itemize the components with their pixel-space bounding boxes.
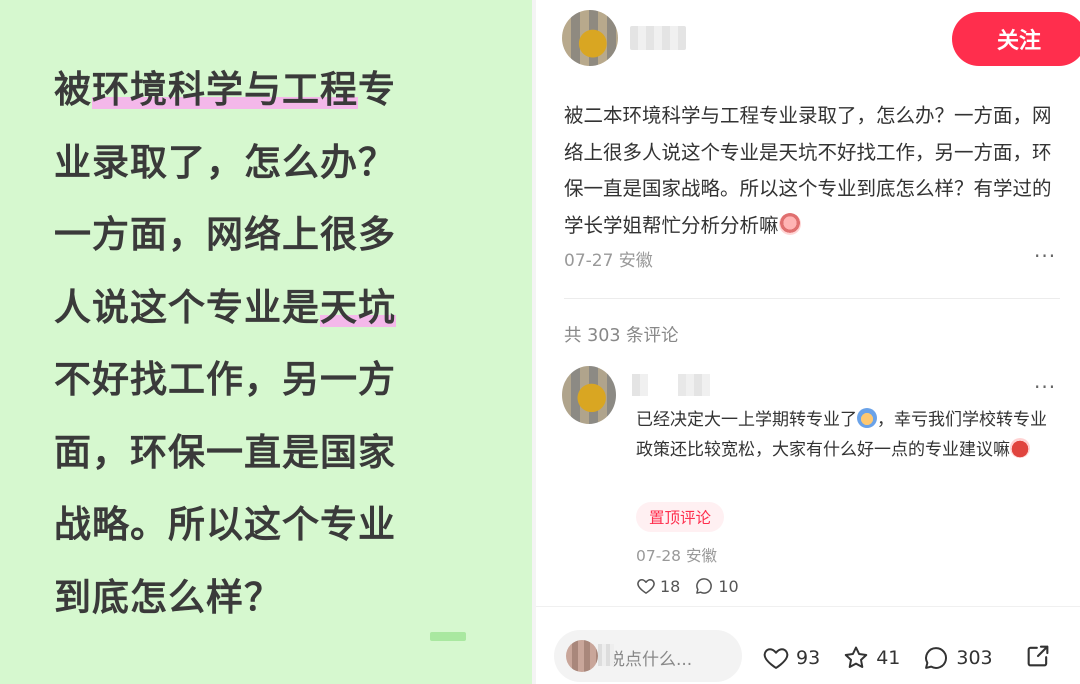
emoji-icon [857,408,877,428]
image-text-line: 人说这个专业是天坑 [54,272,454,345]
image-text-segment: 面，环保一直是国家 [54,430,396,474]
comment-input-placeholder: 说点什么... [608,650,693,670]
highlighted-text: 环境科学与工程 [92,68,358,111]
comment-text: 已经决定大一上学期转专业了 ，幸亏我们学校转专业政策还比较宽松，大家有什么好一点的… [636,406,1056,465]
post-image-text: 被环境科学与工程专 业录取了，怎么办？ 一方面，网络上很多 人说这个专业是天坑 不好找工… [54,54,454,634]
image-text-line: 不好找工作，另一方 [54,344,454,417]
post-more-icon[interactable]: ··· [1034,244,1056,268]
comment-text-part: 已经决定大一上学期转专业了 [636,410,857,430]
chat-bubble-icon [696,578,713,594]
comment-like-count: 18 [660,576,681,596]
chat-bubble-icon [925,647,948,669]
comment-count: 共 303 条评论 [564,326,679,346]
image-text-segment: 战略。所以这个专业 [54,503,396,546]
pinned-comment-badge: 置顶评论 [636,502,724,532]
blur-overlay [598,644,614,666]
user-avatar [566,640,598,672]
author-name-blurred[interactable] [630,26,686,50]
heart-icon [763,648,789,669]
share-button[interactable] [1024,642,1052,674]
image-text-line: 业录取了，怎么办？ [54,127,454,200]
commenter-name-blurred[interactable] [632,374,726,396]
commenter-avatar[interactable] [562,366,616,424]
image-text-line: 到底怎么样？ [54,562,454,635]
comment-reply-count: 10 [718,576,739,596]
comment-total-count: 303 [956,647,993,669]
author-avatar[interactable] [562,10,618,66]
image-text-line: 战略。所以这个专业 [54,489,454,562]
image-text-line: 面，环保一直是国家 [54,417,454,490]
comment-like-button[interactable]: 18 [636,576,680,596]
like-button[interactable]: 93 [762,644,820,672]
collect-count: 41 [876,647,901,669]
divider [564,298,1060,299]
collect-button[interactable]: 41 [842,644,900,672]
image-text-line: 被环境科学与工程专 [54,54,454,127]
author-row: 关注 [562,10,1080,70]
post-body: 被二本环境科学与工程专业录取了，怎么办？一方面，网络上很多人说这个专业是天坑不好… [564,98,1060,244]
heart-icon [637,579,655,594]
post-image[interactable]: 被环境科学与工程专 业录取了，怎么办？ 一方面，网络上很多 人说这个专业是天坑 不好找工… [0,0,532,684]
post-detail-panel: 关注 被二本环境科学与工程专业录取了，怎么办？一方面，网络上很多人说这个专业是天… [536,0,1080,684]
post-date-location: 07-27 安徽 [564,251,653,271]
bottom-actions: 93 41 303 [762,640,1015,676]
post-body-text: 被二本环境科学与工程专业录取了，怎么办？一方面，网络上很多人说这个专业是天坑不好… [564,104,1052,237]
image-text-segment: 到底怎么样？ [54,575,282,619]
image-page-indicator [430,632,466,641]
image-text-segment: 被 [54,68,92,111]
highlighted-text: 天坑 [320,285,396,329]
image-text-segment: 人说这个专业是 [54,285,320,329]
share-icon [1027,645,1049,667]
comment-reply-button[interactable]: 10 [694,576,739,596]
emoji-icon [1010,437,1030,458]
like-count: 93 [796,647,821,669]
image-text-segment: 业录取了，怎么办？ [54,140,396,184]
follow-button[interactable]: 关注 [952,12,1080,66]
image-text-segment: 专 [358,68,396,111]
comment-more-icon[interactable]: ··· [1034,375,1056,399]
comment-input[interactable]: 说点什么... [554,630,742,682]
image-text-line: 一方面，网络上很多 [54,199,454,272]
bottom-bar-divider [536,606,1080,607]
emoji-icon [778,212,801,235]
image-text-segment: 不好找工作，另一方 [54,358,396,401]
comment-date-location: 07-28 安徽 [636,547,717,565]
comment-actions: 18 10 [636,576,753,596]
star-icon [844,646,868,668]
comment-button[interactable]: 303 [922,644,993,672]
image-text-segment: 一方面，网络上很多 [54,213,396,256]
